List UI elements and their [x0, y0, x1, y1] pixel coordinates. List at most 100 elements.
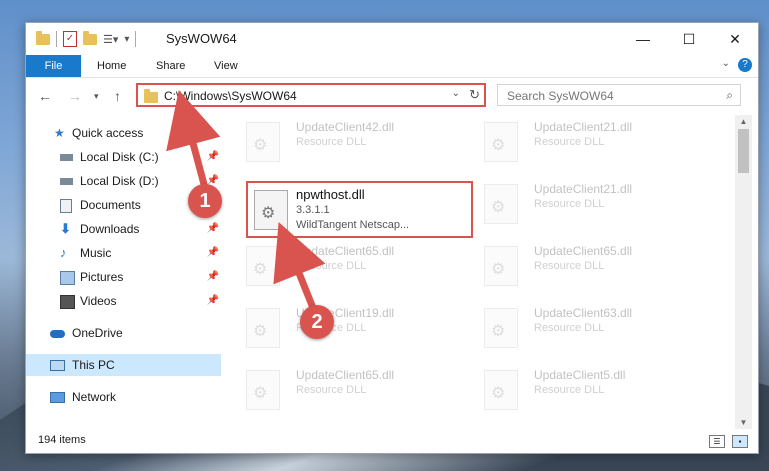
file-type: Resource DLL — [534, 322, 605, 334]
title-bar: ✓ ☰▾ ▾ SysWOW64 — ☐ ✕ — [26, 23, 758, 55]
tab-view[interactable]: View — [214, 55, 238, 77]
tab-home[interactable]: Home — [97, 55, 126, 77]
large-icons-view-icon[interactable]: ▪ — [732, 435, 748, 448]
back-arrow-icon[interactable]: ← — [38, 88, 52, 104]
file-name: UpdateClient21.dll — [534, 182, 633, 196]
dll-file-icon — [484, 184, 518, 224]
list-item[interactable]: UpdateClient42.dll Resource DLL — [226, 117, 456, 167]
sidebar-item-network[interactable]: Network — [26, 386, 221, 408]
file-name: UpdateClient65.dll — [296, 244, 395, 258]
scroll-up-icon[interactable]: ▲ — [735, 117, 752, 126]
pin-icon[interactable]: 📌 — [207, 290, 219, 312]
file-type: Resource DLL — [534, 136, 605, 148]
computer-icon — [50, 360, 65, 371]
file-name: UpdateClient63.dll — [534, 306, 633, 320]
dll-file-icon — [484, 246, 518, 286]
sidebar-item-label: Network — [72, 390, 117, 404]
list-item[interactable]: UpdateClient5.dll Resource DLL — [464, 365, 694, 415]
file-version: 3.3.1.1 — [296, 204, 330, 216]
list-item[interactable]: UpdateClient21.dll Resource DLL — [464, 117, 694, 167]
file-type: Resource DLL — [296, 384, 367, 396]
pin-icon[interactable]: 📌 — [207, 266, 219, 288]
cloud-icon — [50, 330, 65, 338]
vertical-scrollbar[interactable]: ▲ ▼ — [735, 115, 752, 429]
sidebar-item-music[interactable]: ♪ Music 📌 — [26, 242, 221, 264]
recent-locations-icon[interactable]: ▾ — [94, 91, 99, 102]
navigation-pane: ★ Quick access Local Disk (C:) 📌 Local D… — [26, 119, 221, 419]
list-item[interactable]: UpdateClient65.dll Resource DLL — [464, 241, 694, 291]
file-description: WildTangent Netscap... — [296, 219, 410, 231]
sidebar-item-onedrive[interactable]: OneDrive — [26, 322, 221, 344]
customize-toolbar-icon[interactable]: ▾ — [124, 34, 129, 45]
dll-file-icon — [246, 308, 280, 348]
search-input[interactable]: Search SysWOW64 — [507, 89, 614, 103]
sidebar-item-label: Local Disk (D:) — [80, 174, 159, 188]
list-item[interactable]: UpdateClient21.dll Resource DLL — [464, 179, 694, 229]
list-item[interactable]: UpdateClient65.dll Resource DLL — [226, 365, 456, 415]
toolbar-divider — [56, 31, 57, 47]
pin-icon[interactable]: 📌 — [207, 146, 219, 168]
file-name: UpdateClient65.dll — [296, 368, 395, 382]
view-options-icon[interactable]: ☰▾ — [103, 33, 118, 46]
file-type: Resource DLL — [296, 260, 367, 272]
sidebar-item-videos[interactable]: Videos 📌 — [26, 290, 221, 312]
file-type: Resource DLL — [534, 260, 605, 272]
forward-arrow-icon[interactable]: → — [68, 88, 82, 104]
videos-icon — [60, 295, 75, 309]
chevron-down-icon[interactable]: ⌄ — [452, 88, 460, 99]
item-count: 194 items — [38, 434, 86, 446]
list-item[interactable]: UpdateClient65.dll Resource DLL — [226, 241, 456, 291]
sidebar-item-this-pc[interactable]: This PC — [26, 354, 221, 376]
status-bar: 194 items ☰ ▪ — [26, 429, 758, 453]
scroll-down-icon[interactable]: ▼ — [735, 418, 752, 427]
folder-icon — [144, 89, 158, 103]
search-icon[interactable]: ⌕ — [726, 88, 733, 103]
scrollbar-thumb[interactable] — [738, 129, 749, 173]
sidebar-item-local-disk-c[interactable]: Local Disk (C:) 📌 — [26, 146, 221, 168]
sidebar-item-quick-access[interactable]: ★ Quick access — [26, 122, 221, 144]
minimize-button[interactable]: — — [620, 23, 666, 55]
sidebar-item-downloads[interactable]: ⬇ Downloads 📌 — [26, 218, 221, 240]
list-item[interactable]: UpdateClient63.dll Resource DLL — [464, 303, 694, 353]
up-arrow-icon[interactable]: ↑ — [114, 88, 121, 104]
window-title: SysWOW64 — [166, 31, 237, 46]
dll-file-icon — [484, 308, 518, 348]
maximize-button[interactable]: ☐ — [666, 23, 712, 55]
list-item[interactable]: UpdateClient19.dll Resource DLL — [226, 303, 456, 353]
file-type: Resource DLL — [534, 384, 605, 396]
sidebar-item-label: Documents — [80, 198, 141, 212]
sidebar-item-label: OneDrive — [72, 326, 123, 340]
search-box[interactable]: Search SysWOW64 ⌕ — [497, 84, 741, 106]
dll-file-icon — [246, 370, 280, 410]
file-list: UpdateClient42.dll Resource DLL UpdateCl… — [226, 115, 736, 429]
step-badge-2: 2 — [300, 305, 334, 339]
properties-icon[interactable]: ✓ — [63, 31, 77, 47]
dll-file-icon — [484, 122, 518, 162]
sidebar-item-label: Downloads — [80, 222, 140, 236]
file-explorer-window: ✓ ☰▾ ▾ SysWOW64 — ☐ ✕ File Home Share Vi… — [25, 22, 759, 454]
dll-file-icon — [246, 246, 280, 286]
refresh-icon[interactable]: ↻ — [469, 87, 480, 103]
details-view-icon[interactable]: ☰ — [709, 435, 725, 448]
pictures-icon — [60, 271, 75, 285]
file-name: npwthost.dll — [296, 187, 365, 202]
highlighted-file-tile[interactable]: npwthost.dll 3.3.1.1 WildTangent Netscap… — [246, 181, 473, 238]
window-controls: — ☐ ✕ — [620, 23, 758, 55]
file-type: Resource DLL — [296, 136, 367, 148]
address-bar[interactable]: C:\Windows\SysWOW64 ⌄ ↻ — [136, 83, 486, 107]
new-folder-icon[interactable] — [83, 30, 97, 45]
tab-share[interactable]: Share — [156, 55, 185, 77]
sidebar-item-label: Quick access — [72, 126, 144, 140]
quick-access-toolbar: ✓ ☰▾ ▾ — [36, 30, 137, 47]
drive-icon — [60, 154, 73, 161]
sidebar-item-pictures[interactable]: Pictures 📌 — [26, 266, 221, 288]
download-icon: ⬇ — [60, 221, 71, 236]
close-button[interactable]: ✕ — [712, 23, 758, 55]
expand-ribbon-icon[interactable]: ⌄ — [722, 58, 730, 69]
tab-file[interactable]: File — [26, 55, 81, 77]
sidebar-item-label: Music — [80, 246, 112, 260]
help-button[interactable]: ? — [738, 58, 752, 72]
file-name: UpdateClient21.dll — [534, 120, 633, 134]
pin-icon[interactable]: 📌 — [207, 242, 219, 264]
pin-icon[interactable]: 📌 — [207, 218, 219, 240]
